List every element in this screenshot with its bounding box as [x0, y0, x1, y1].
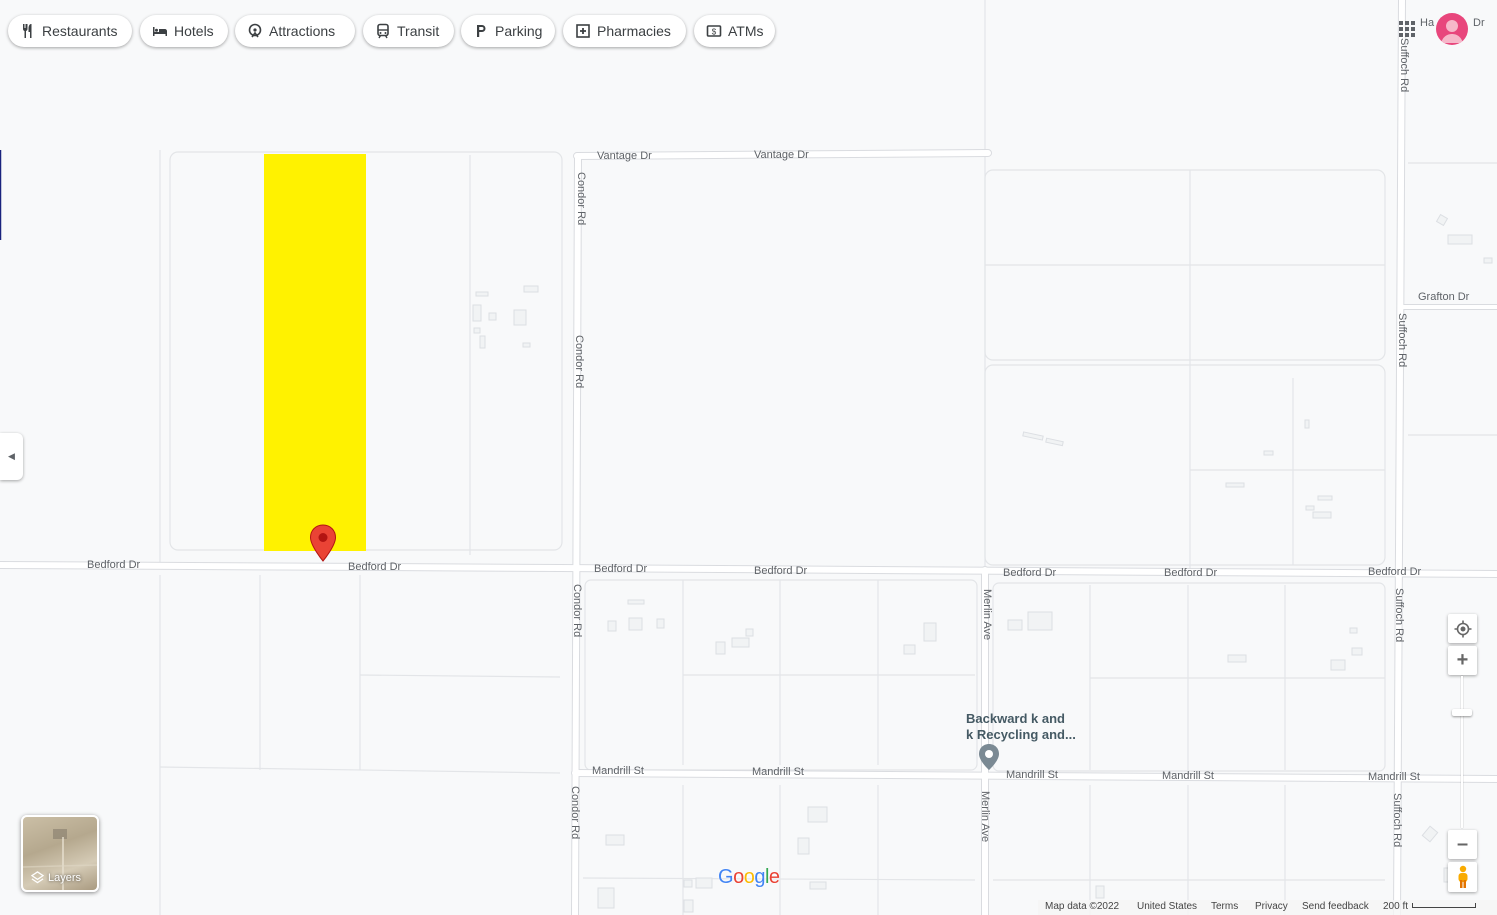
chip-label: Parking [495, 23, 543, 39]
send-feedback-link[interactable]: Send feedback [1302, 901, 1369, 912]
crosshair-icon [1454, 620, 1471, 637]
svg-text:$: $ [712, 28, 717, 37]
avatar[interactable] [1436, 13, 1468, 45]
street-label-bedford: Bedford Dr [87, 559, 141, 571]
poi-label-line1: Backward k and [966, 711, 1065, 726]
country-link[interactable]: United States [1137, 901, 1197, 912]
street-label-bedford: Bedford Dr [1164, 567, 1218, 579]
street-label-bedford: Bedford Dr [348, 561, 402, 573]
street-label-grafton: Grafton Dr [1418, 291, 1470, 303]
highlighted-parcel [264, 154, 366, 551]
street-label-suffoch: Suffoch Rd [1391, 793, 1403, 848]
attractions-icon [247, 23, 263, 39]
chip-atms[interactable]: $ ATMs [694, 15, 775, 47]
street-label-merlin: Merlin Ave [979, 791, 991, 843]
chip-label: Pharmacies [597, 23, 671, 39]
terms-link[interactable]: Terms [1211, 901, 1238, 912]
chip-label: Hotels [174, 23, 214, 39]
minus-icon: – [1456, 833, 1469, 855]
scale-bar[interactable] [1412, 903, 1476, 908]
street-label-bedford: Bedford Dr [1003, 567, 1057, 579]
zoom-out-button[interactable]: – [1448, 830, 1477, 859]
street-label-suffoch: Suffoch Rd [1393, 588, 1405, 643]
pharmacy-icon [575, 23, 591, 39]
chip-transit[interactable]: Transit [363, 15, 454, 47]
street-label-bedford: Bedford Dr [594, 563, 648, 575]
street-label-condor: Condor Rd [573, 335, 585, 389]
hotel-icon [152, 23, 168, 39]
street-label-partial: Dr [1473, 17, 1485, 29]
poi-label-line2: k Recycling and... [966, 727, 1076, 742]
street-label-vantage: Vantage Dr [754, 149, 809, 161]
street-label-suffoch: Suffoch Rd [1396, 313, 1408, 368]
street-label-bedford: Bedford Dr [1368, 566, 1422, 578]
map-streets-layer [0, 0, 1497, 915]
poi-label[interactable]: Backward k and k Recycling and... [966, 711, 1076, 743]
street-label-mandrill: Mandrill St [1368, 771, 1420, 783]
street-label-condor: Condor Rd [571, 584, 583, 638]
street-label-condor: Condor Rd [569, 786, 581, 840]
chevron-left-icon: ◀ [8, 451, 15, 461]
transit-icon [375, 23, 391, 39]
google-logo-letter: e [768, 866, 780, 888]
chip-parking[interactable]: Parking [461, 15, 555, 47]
google-logo-letter: o [733, 866, 744, 888]
location-pin-icon[interactable] [309, 524, 337, 562]
zoom-slider-handle[interactable] [1452, 709, 1472, 716]
street-label-mandrill: Mandrill St [752, 766, 804, 778]
zoom-slider-track[interactable] [1461, 676, 1463, 828]
google-logo-letter: o [743, 866, 755, 888]
google-logo-letter: G [718, 866, 734, 888]
chip-restaurants[interactable]: Restaurants [8, 15, 132, 47]
street-label-mandrill: Mandrill St [1162, 770, 1214, 782]
chip-attractions[interactable]: Attractions [235, 15, 355, 47]
scale-label[interactable]: 200 ft [1383, 901, 1408, 912]
chip-pharmacies[interactable]: Pharmacies [563, 15, 686, 47]
my-location-button[interactable] [1448, 614, 1477, 643]
google-logo-letter: g [754, 866, 765, 888]
layers-icon [31, 871, 44, 884]
google-logo: Google [718, 866, 780, 889]
street-label-mandrill: Mandrill St [1006, 769, 1058, 781]
street-label-mandrill: Mandrill St [592, 765, 644, 777]
street-label-bedford: Bedford Dr [754, 565, 808, 577]
restaurant-icon [20, 23, 36, 39]
parking-icon [473, 23, 489, 39]
plus-icon: + [1456, 649, 1469, 671]
street-label-vantage: Vantage Dr [597, 150, 652, 162]
layers-label: Layers [48, 871, 82, 884]
pegman-icon [1458, 865, 1467, 888]
user-icon [1441, 20, 1463, 43]
street-label-condor: Condor Rd [575, 172, 587, 226]
street-label-merlin: Merlin Ave [981, 589, 993, 641]
street-view-pegman-button[interactable] [1448, 862, 1477, 892]
chip-label: Attractions [269, 23, 336, 39]
chip-label: ATMs [728, 23, 764, 39]
recycling-poi-pin-icon[interactable] [978, 743, 1000, 771]
chip-label: Restaurants [42, 23, 118, 39]
street-label-partial: Ha [1420, 17, 1435, 29]
map-data-attribution: Map data ©2022 [1045, 901, 1120, 912]
atm-icon: $ [706, 23, 722, 39]
street-label-suffoch: Suffoch Rd [1398, 38, 1410, 93]
chip-hotels[interactable]: Hotels [140, 15, 228, 47]
zoom-in-button[interactable]: + [1448, 646, 1477, 675]
apps-grid-icon[interactable] [1399, 21, 1415, 37]
privacy-link[interactable]: Privacy [1255, 901, 1288, 912]
map-canvas[interactable]: Backward k and k Recycling and... Vantag… [0, 0, 1497, 915]
chip-label: Transit [397, 23, 440, 39]
collapse-panel-button[interactable]: ◀ [0, 433, 23, 480]
layers-button[interactable]: Layers [21, 815, 99, 892]
